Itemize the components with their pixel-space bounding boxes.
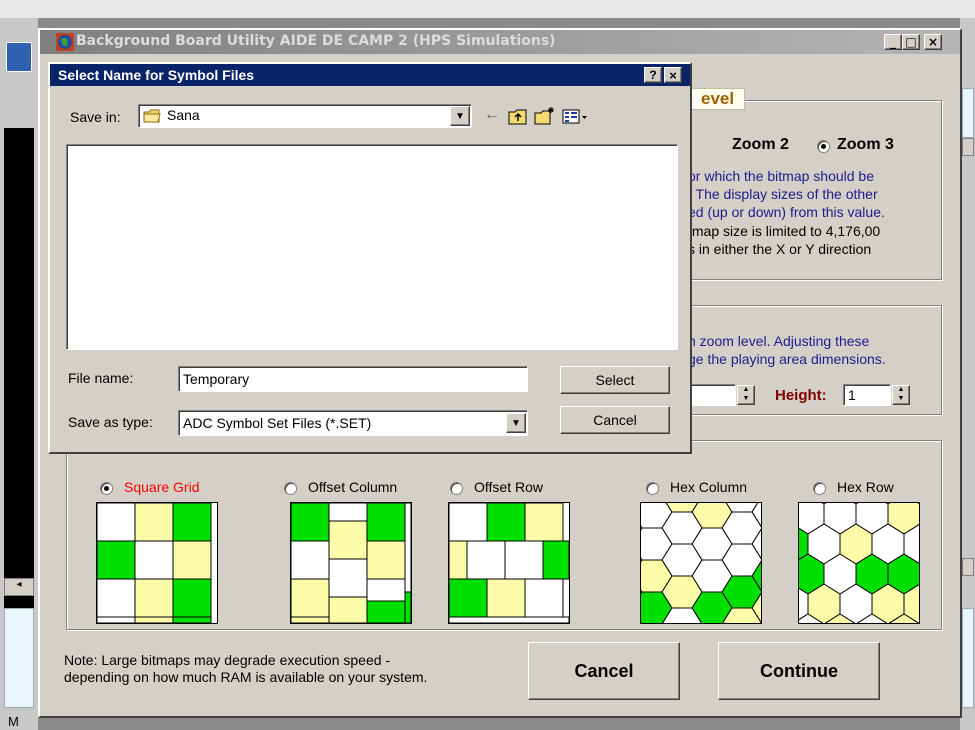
offset-column-label[interactable]: Offset Column: [308, 479, 397, 495]
save-in-label: Save in:: [70, 109, 121, 125]
dialog-title-bar[interactable]: Select Name for Symbol Files ? ×: [50, 64, 690, 86]
background-app-left-pane: ◂ M: [0, 18, 38, 730]
main-title-bar[interactable]: Background Board Utility AIDE DE CAMP 2 …: [40, 30, 960, 54]
minimize-button[interactable]: _: [884, 34, 902, 50]
hex-column-preview[interactable]: [640, 502, 762, 624]
height-label: Height:: [775, 387, 827, 404]
background-app-right-pane: [960, 18, 975, 730]
spin-up-icon[interactable]: ▲: [738, 386, 754, 395]
zoom-3-option-label[interactable]: Zoom 3: [837, 136, 894, 154]
chevron-down-icon[interactable]: ▼: [450, 106, 470, 126]
height-input[interactable]: 1: [843, 384, 891, 406]
square-grid-preview[interactable]: [96, 502, 218, 624]
dialog-cancel-button[interactable]: Cancel: [560, 406, 670, 434]
scroll-thumb[interactable]: [962, 138, 974, 156]
dialog-close-button[interactable]: ×: [664, 67, 682, 83]
background-status-text: M: [8, 714, 19, 729]
offset-row-preview[interactable]: [448, 502, 570, 624]
hex-row-preview[interactable]: [798, 502, 920, 624]
scroll-left-arrow[interactable]: ◂: [4, 578, 34, 596]
new-folder-icon[interactable]: [534, 106, 556, 126]
zoom-3-radio[interactable]: [817, 140, 830, 153]
height-spinner[interactable]: ▲ ▼: [892, 385, 910, 405]
background-app-panel-right: [962, 88, 974, 138]
offset-row-radio[interactable]: [450, 482, 463, 495]
main-title: Background Board Utility AIDE DE CAMP 2 …: [76, 33, 556, 49]
background-app-panel-right-2: [962, 608, 974, 708]
zoom-2-option-label[interactable]: Zoom 2: [732, 136, 789, 154]
chevron-down-icon[interactable]: ▼: [506, 413, 526, 433]
view-menu-icon[interactable]: [562, 108, 588, 126]
hex-row-radio[interactable]: [813, 482, 826, 495]
zoom-level-legend: evel: [690, 88, 746, 110]
dialog-title: Select Name for Symbol Files: [58, 67, 255, 83]
offset-column-radio[interactable]: [284, 482, 297, 495]
width-spinner[interactable]: ▲ ▼: [737, 385, 755, 405]
save-in-dropdown[interactable]: Sana: [138, 104, 472, 128]
hex-column-label[interactable]: Hex Column: [670, 479, 747, 495]
select-button[interactable]: Select: [560, 366, 670, 394]
close-button[interactable]: ×: [924, 34, 942, 50]
file-name-label: File name:: [68, 370, 134, 386]
spin-down-icon[interactable]: ▼: [893, 395, 909, 404]
save-as-type-label: Save as type:: [68, 414, 153, 430]
square-grid-label[interactable]: Square Grid: [124, 479, 199, 495]
background-app-icon: [6, 42, 32, 72]
background-app-panel: [4, 608, 34, 708]
folder-icon: [143, 109, 161, 123]
continue-button[interactable]: Continue: [718, 642, 880, 700]
spin-down-icon[interactable]: ▼: [738, 395, 754, 404]
scroll-arrow[interactable]: [962, 558, 974, 576]
globe-icon: [56, 33, 74, 51]
offset-row-label[interactable]: Offset Row: [474, 479, 543, 495]
background-app-dark-panel: [4, 128, 34, 628]
save-as-type-dropdown[interactable]: ADC Symbol Set Files (*.SET): [178, 410, 528, 436]
file-list-pane[interactable]: [66, 144, 678, 350]
save-file-dialog: Select Name for Symbol Files ? × Save in…: [48, 62, 692, 454]
hex-column-radio[interactable]: [646, 482, 659, 495]
help-button[interactable]: ?: [644, 67, 662, 83]
offset-column-preview[interactable]: [290, 502, 412, 624]
back-arrow-icon[interactable]: ←: [482, 106, 502, 126]
size-help-text: h zoom level. Adjusting these ge the pla…: [688, 333, 886, 367]
square-grid-radio[interactable]: [100, 482, 113, 495]
bitmap-limit-text: tmap size is limited to 4,176,00 s in ei…: [688, 223, 881, 257]
cancel-button[interactable]: Cancel: [528, 642, 680, 700]
save-in-value: Sana: [167, 107, 200, 123]
width-input[interactable]: [688, 384, 736, 406]
file-name-input[interactable]: Temporary: [178, 366, 528, 392]
background-app-titlebar: [0, 0, 975, 18]
spin-up-icon[interactable]: ▲: [893, 386, 909, 395]
maximize-button[interactable]: □: [902, 34, 920, 50]
ram-note: Note: Large bitmaps may degrade executio…: [64, 652, 428, 685]
zoom-help-text: or which the bitmap should be . The disp…: [688, 168, 885, 220]
up-folder-icon[interactable]: [508, 108, 528, 126]
hex-row-label[interactable]: Hex Row: [837, 479, 894, 495]
